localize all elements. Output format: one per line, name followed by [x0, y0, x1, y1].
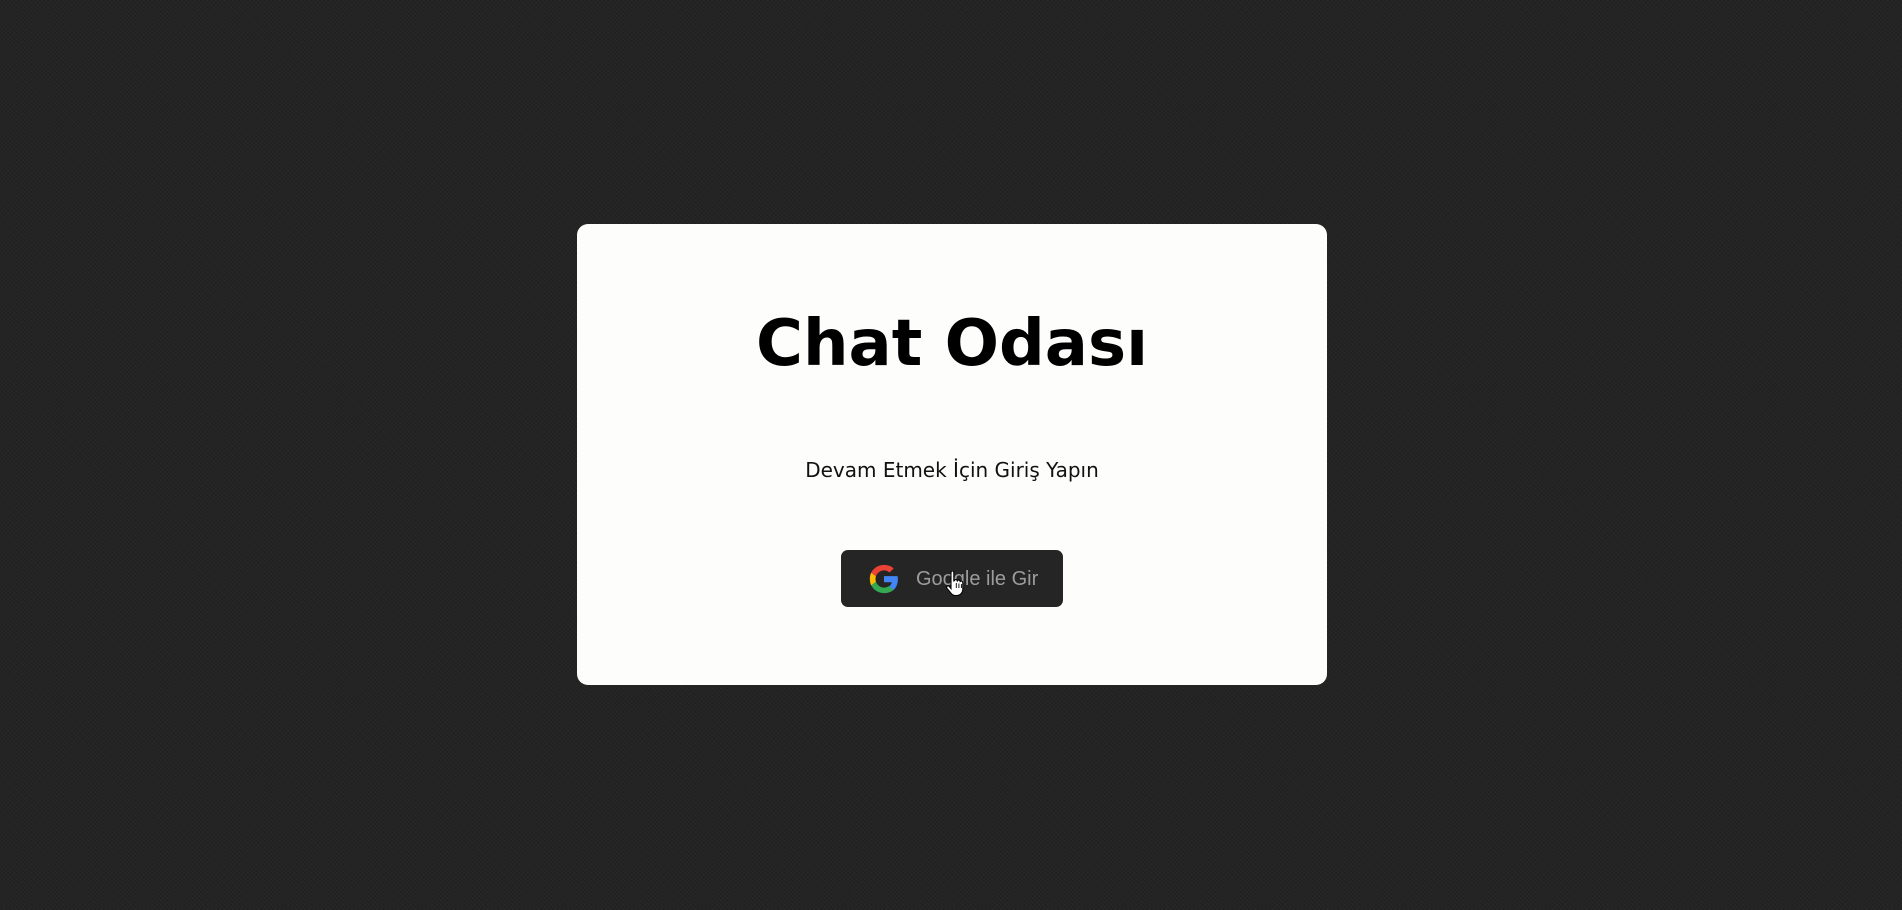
- google-g-icon: [867, 562, 901, 596]
- google-login-label: Google ile Gir: [916, 567, 1039, 590]
- page-title: Chat Odası: [755, 307, 1149, 381]
- login-card: Chat Odası Devam Etmek İçin Giriş Yapın …: [577, 224, 1327, 685]
- login-instructions: Devam Etmek İçin Giriş Yapın: [805, 458, 1099, 482]
- google-login-button[interactable]: Google ile Gir: [841, 550, 1063, 607]
